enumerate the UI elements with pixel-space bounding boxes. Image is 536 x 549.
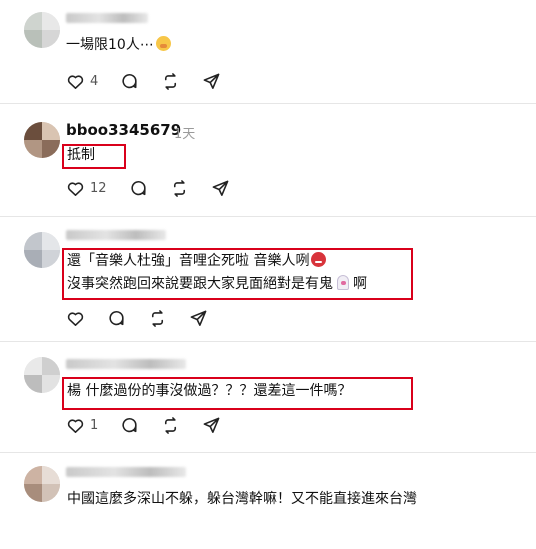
repost-icon: [165, 72, 177, 90]
comment-post: 一場限10人⋯ 4: [0, 0, 536, 100]
comment-text: 一場限10人⋯: [66, 33, 171, 58]
highlight-box: [62, 144, 126, 169]
share-icon: [203, 417, 220, 433]
like-count: 4: [90, 73, 99, 89]
comment-post: 還「音樂人杜強」音哩企死啦 音樂人咧 沒事突然跑回來說要跟大家見面絕對是有鬼啊: [0, 217, 536, 342]
repost-icon: [165, 416, 177, 434]
comment-icon: [122, 73, 137, 88]
like-button[interactable]: 1: [66, 416, 98, 435]
share-icon: [203, 73, 220, 89]
comment-post: bboo3345679 1天 抵制 12: [0, 104, 536, 214]
like-button[interactable]: 4: [66, 72, 98, 91]
comment-icon: [122, 417, 137, 432]
post-actions: 12: [66, 178, 252, 198]
post-actions: 1: [66, 415, 243, 435]
share-icon: [212, 180, 228, 196]
like-button[interactable]: [66, 309, 85, 328]
avatar[interactable]: [24, 357, 60, 393]
comment-button[interactable]: [107, 309, 126, 328]
comment-button[interactable]: [120, 72, 139, 91]
comment-post: 楊 什麼過份的事沒做過？？？還差這一件嗎？ 1: [0, 342, 536, 452]
like-count: 12: [90, 180, 107, 196]
share-button[interactable]: [202, 416, 221, 435]
repost-button[interactable]: [170, 179, 189, 198]
blurred-username: [66, 359, 186, 369]
avatar[interactable]: [24, 122, 60, 158]
repost-button[interactable]: [148, 309, 167, 328]
blurred-username: [66, 230, 166, 240]
blurred-username: [66, 13, 148, 23]
heart-icon: [67, 311, 84, 326]
repost-button[interactable]: [161, 72, 180, 91]
comment-button[interactable]: [129, 179, 148, 198]
timestamp: 1天: [174, 127, 196, 142]
highlight-box: [62, 248, 413, 300]
heart-icon: [67, 418, 84, 433]
share-icon: [190, 310, 207, 326]
heart-icon: [67, 74, 84, 89]
avatar[interactable]: [24, 12, 60, 48]
comment-post: 中國這麼多深山不躲，躲台灣幹嘛！又不能直接進來台灣: [0, 453, 536, 549]
repost-icon: [151, 309, 164, 327]
highlight-box: [62, 377, 413, 410]
comment-text: 中國這麼多深山不躲，躲台灣幹嘛！又不能直接進來台灣: [67, 491, 417, 507]
comment-icon: [109, 310, 124, 325]
heart-icon: [67, 181, 84, 196]
username[interactable]: bboo3345679: [66, 121, 181, 139]
avatar[interactable]: [24, 232, 60, 268]
like-button[interactable]: 12: [66, 179, 107, 198]
share-button[interactable]: [202, 72, 221, 91]
comment-icon: [130, 180, 146, 195]
avatar[interactable]: [24, 466, 60, 502]
share-button[interactable]: [211, 179, 230, 198]
grimacing-emoji: [155, 36, 171, 51]
post-actions: [66, 308, 230, 328]
share-button[interactable]: [189, 309, 208, 328]
repost-button[interactable]: [161, 416, 180, 435]
like-count: 1: [90, 417, 99, 433]
post-actions: 4: [66, 71, 243, 91]
repost-icon: [173, 179, 185, 197]
blurred-username: [66, 467, 186, 477]
comment-button[interactable]: [120, 416, 139, 435]
